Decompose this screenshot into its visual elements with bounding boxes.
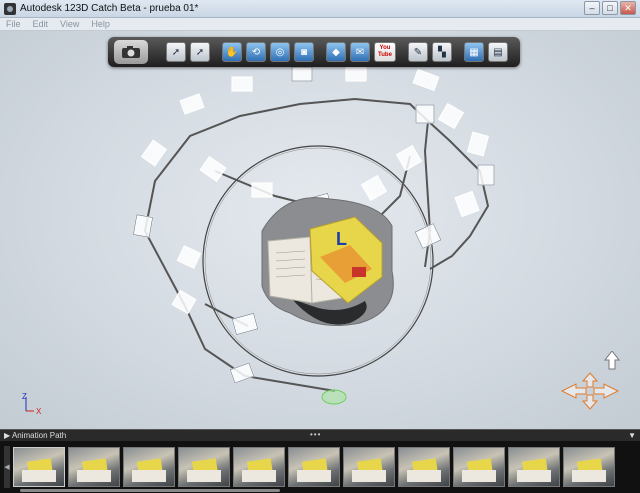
- axis-x-label: X: [36, 407, 42, 415]
- camera-marker[interactable]: [176, 245, 202, 269]
- camera-marker[interactable]: [454, 190, 480, 218]
- book-label: L: [336, 229, 347, 249]
- zoom-icon: ◎: [275, 46, 285, 58]
- recapture-button[interactable]: ◙: [294, 42, 314, 62]
- tool-icon: ✎: [413, 46, 423, 58]
- camera-marker[interactable]: [231, 312, 259, 336]
- camera-marker[interactable]: [140, 139, 168, 167]
- window-controls: – □ ✕: [584, 1, 636, 15]
- photo-thumbnail[interactable]: [233, 447, 285, 487]
- photo-thumbnail[interactable]: [343, 447, 395, 487]
- youtube-icon-top: You: [379, 45, 391, 51]
- document-icon: ▤: [493, 46, 503, 58]
- document-button[interactable]: ▤: [488, 42, 508, 62]
- camera-marker[interactable]: [477, 164, 495, 186]
- title-bar: Autodesk 123D Catch Beta - prueba 01* – …: [0, 0, 640, 18]
- photo-filmstrip[interactable]: ◀: [0, 441, 640, 493]
- pan-button[interactable]: ✋: [222, 42, 242, 62]
- photo-thumbnail[interactable]: [453, 447, 505, 487]
- home-arrow-icon[interactable]: [603, 351, 621, 370]
- camera-marker[interactable]: [466, 131, 490, 157]
- material-icon: ◆: [332, 46, 340, 58]
- camera-marker[interactable]: [414, 222, 442, 250]
- youtube-button[interactable]: You Tube: [374, 42, 396, 62]
- axis-z-label: Z: [22, 392, 27, 401]
- camera-marker[interactable]: [199, 155, 227, 183]
- camera-marker[interactable]: [415, 104, 435, 124]
- maximize-button[interactable]: □: [602, 1, 618, 15]
- select-add-icon: ➚: [195, 46, 205, 58]
- camera-icon: [122, 46, 140, 58]
- camera-marker[interactable]: [251, 182, 273, 198]
- select-button[interactable]: ➚: [166, 42, 186, 62]
- photo-thumbnail[interactable]: [13, 447, 65, 487]
- photo-thumbnail[interactable]: [68, 447, 120, 487]
- youtube-icon-bottom: Tube: [378, 52, 392, 58]
- camera-marker[interactable]: [345, 66, 367, 82]
- pan-hand-icon: ✋: [225, 46, 239, 58]
- select-add-button[interactable]: ➚: [190, 42, 210, 62]
- export-button[interactable]: ▦: [464, 42, 484, 62]
- app-icon: [4, 2, 16, 15]
- panel-grip[interactable]: •••: [310, 431, 321, 439]
- photo-thumbnail[interactable]: [563, 447, 615, 487]
- menu-help[interactable]: Help: [91, 19, 110, 29]
- photo-thumbnail[interactable]: [178, 447, 230, 487]
- photo-thumbnail[interactable]: [288, 447, 340, 487]
- orbit-icon: ⟲: [251, 46, 261, 58]
- camera-button[interactable]: [114, 40, 148, 64]
- close-button[interactable]: ✕: [620, 1, 636, 15]
- path-button[interactable]: ▚: [432, 42, 452, 62]
- viewport-3d[interactable]: L ➚ ➚ ✋ ⟲ ◎ ◙ ◆ ✉ You Tube ✎ ▚ ▦ ▤ Z X: [0, 31, 640, 429]
- camera-marker[interactable]: [412, 68, 440, 92]
- material-button[interactable]: ◆: [326, 42, 346, 62]
- chevron-down-icon[interactable]: ▼: [628, 431, 636, 440]
- camera-marker[interactable]: [231, 76, 253, 92]
- animation-path-header[interactable]: ▶ Animation Path ••• ▼: [0, 429, 640, 441]
- main-toolbar: ➚ ➚ ✋ ⟲ ◎ ◙ ◆ ✉ You Tube ✎ ▚ ▦ ▤: [108, 37, 520, 67]
- camera-marker[interactable]: [291, 66, 313, 82]
- camera-marker[interactable]: [171, 289, 197, 315]
- filmstrip-prev-button[interactable]: ◀: [4, 446, 10, 488]
- zoom-button[interactable]: ◎: [270, 42, 290, 62]
- orbit-button[interactable]: ⟲: [246, 42, 266, 62]
- camera-marker[interactable]: [179, 93, 205, 115]
- email-icon: ✉: [355, 46, 365, 58]
- camera-marker[interactable]: [395, 144, 423, 172]
- camera-marker[interactable]: [360, 174, 388, 202]
- scene-canvas[interactable]: L: [0, 31, 640, 429]
- camera-marker[interactable]: [437, 102, 465, 130]
- tool-button[interactable]: ✎: [408, 42, 428, 62]
- animation-path-label: ▶ Animation Path: [4, 431, 67, 440]
- photo-thumbnail[interactable]: [123, 447, 175, 487]
- menu-bar: File Edit View Help: [0, 18, 640, 31]
- photo-thumbnail[interactable]: [398, 447, 450, 487]
- minimize-button[interactable]: –: [584, 1, 600, 15]
- menu-edit[interactable]: Edit: [33, 19, 49, 29]
- axis-triad: Z X: [22, 392, 42, 415]
- menu-view[interactable]: View: [60, 19, 79, 29]
- menu-file[interactable]: File: [6, 19, 21, 29]
- select-arrow-icon: ➚: [171, 46, 181, 58]
- photo-thumbnail[interactable]: [508, 447, 560, 487]
- pivot-marker[interactable]: [321, 389, 347, 405]
- email-button[interactable]: ✉: [350, 42, 370, 62]
- view-arrows-icon[interactable]: [560, 372, 620, 410]
- recapture-camera-icon: ◙: [300, 46, 308, 58]
- path-icon: ▚: [438, 46, 446, 58]
- filmstrip-scrollbar[interactable]: [20, 489, 280, 492]
- cube-export-icon: ▦: [469, 46, 479, 58]
- navigation-widget[interactable]: [556, 351, 626, 411]
- window-title: Autodesk 123D Catch Beta - prueba 01*: [20, 3, 199, 14]
